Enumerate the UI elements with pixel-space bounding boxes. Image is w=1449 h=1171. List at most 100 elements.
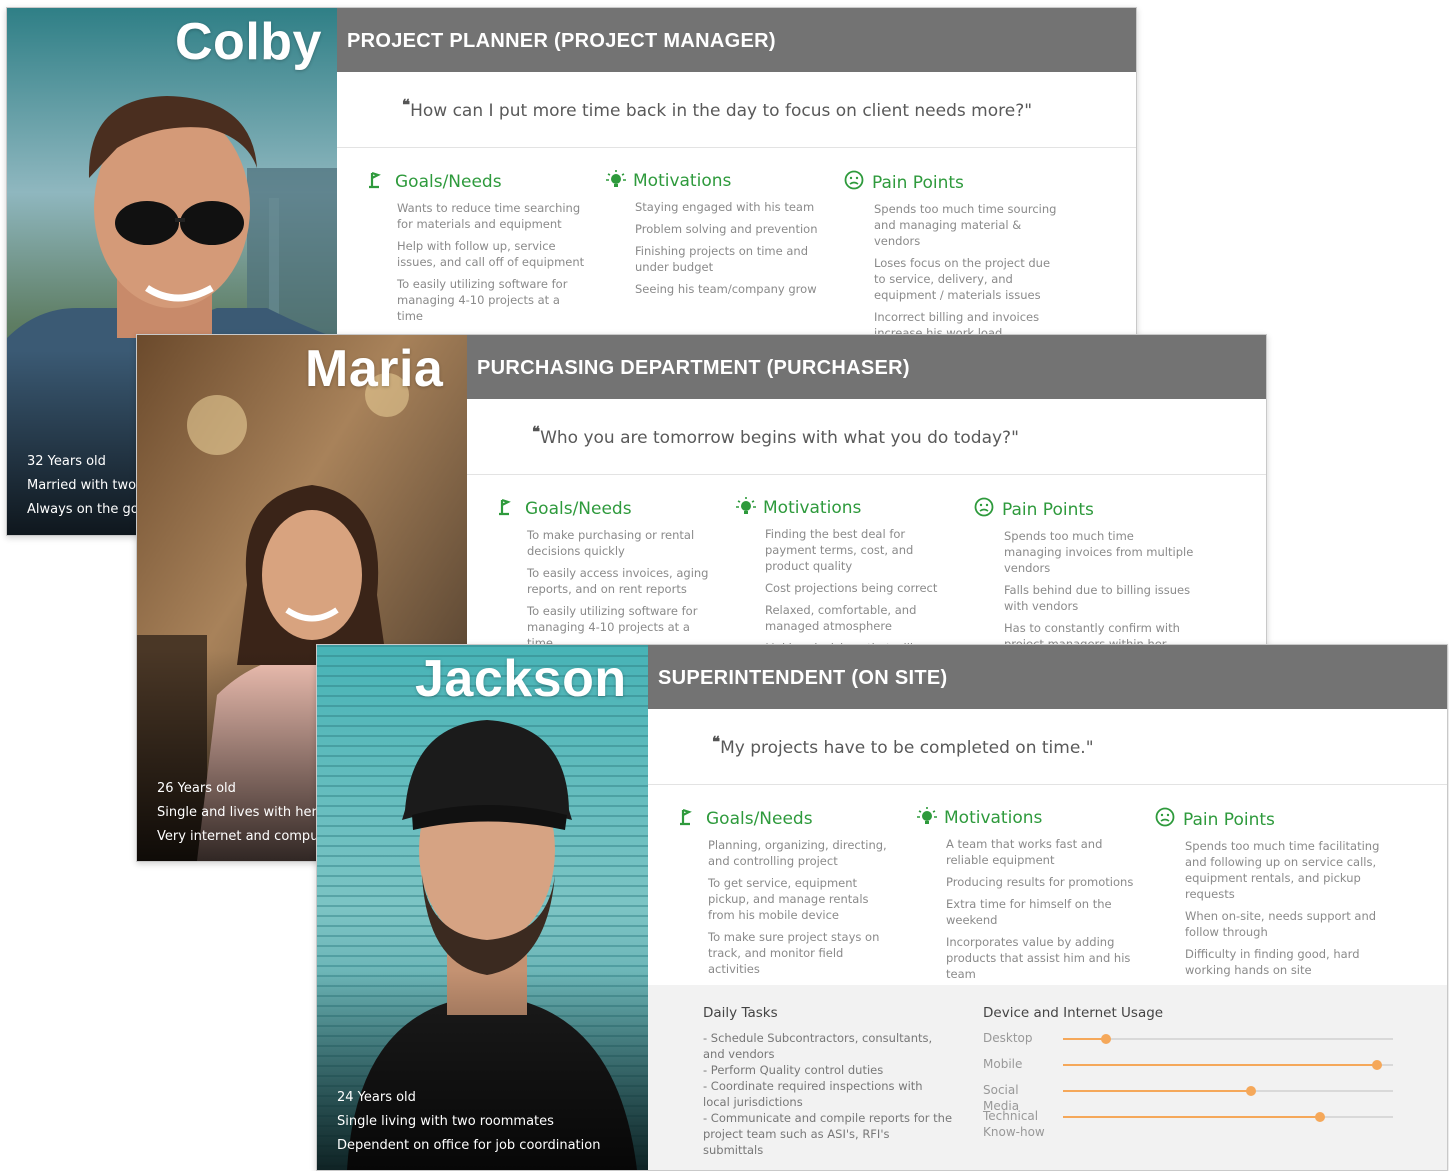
- usage-slider-handle: [1246, 1086, 1257, 1096]
- persona-info: 32 Years old Married with two Always on …: [27, 450, 139, 522]
- pain-points-title: Pain Points: [1183, 810, 1275, 830]
- list-item: - Perform Quality control duties: [703, 1063, 884, 1077]
- pain-points-column: Pain Points Spends too much time sourcin…: [844, 170, 1064, 347]
- list-item: Relaxed, comfortable, and managed atmosp…: [765, 603, 917, 633]
- usage-label: Desktop: [983, 1031, 1033, 1045]
- usage-slider: [1063, 1086, 1393, 1096]
- usage-title: Device and Internet Usage: [983, 1005, 1164, 1021]
- pain-points-title: Pain Points: [1002, 500, 1094, 520]
- frown-icon: [1155, 807, 1177, 827]
- role-header: PROJECT PLANNER (PROJECT MANAGER): [337, 8, 1136, 72]
- motivations-column: Motivations Finding the best deal for pa…: [735, 497, 955, 662]
- persona-name: Maria: [305, 340, 444, 398]
- usage-slider-fill: [1063, 1090, 1252, 1092]
- usage-slider: [1063, 1034, 1393, 1044]
- divider: [337, 147, 1136, 148]
- goals-title: Goals/Needs: [706, 809, 813, 829]
- list-item: Help with follow up, service issues, and…: [397, 239, 585, 269]
- motivations-title: Motivations: [944, 808, 1043, 828]
- goals-column: Goals/Needs To make purchasing or rental…: [497, 498, 717, 657]
- persona-info: 24 Years old Single living with two room…: [337, 1086, 600, 1158]
- motivations-title: Motivations: [763, 498, 862, 518]
- divider: [648, 784, 1447, 785]
- role-header: PURCHASING DEPARTMENT (PURCHASER): [467, 335, 1266, 399]
- list-item: To make sure project stays on track, and…: [708, 930, 880, 976]
- usage-slider: [1063, 1060, 1393, 1070]
- persona-quote: ❝Who you are tomorrow begins with what y…: [532, 423, 1019, 448]
- list-item: When on-site, needs support and follow t…: [1185, 909, 1377, 939]
- list-item: To make purchasing or rental decisions q…: [527, 528, 695, 558]
- list-item: Loses focus on the project due to servic…: [874, 256, 1051, 302]
- details-panel: Daily Tasks - Schedule Subcontractors, c…: [648, 985, 1447, 1170]
- usage-slider-handle: [1371, 1060, 1382, 1070]
- list-item: Problem solving and prevention: [635, 222, 818, 236]
- persona-quote: ❝My projects have to be completed on tim…: [712, 733, 1094, 758]
- persona-quote: ❝How can I put more time back in the day…: [402, 96, 1033, 121]
- persona-info-line: 26 Years old: [157, 781, 236, 796]
- quote-mark-icon: ❝: [532, 423, 541, 441]
- list-item: Staying engaged with his team: [635, 200, 815, 214]
- flag-icon: [678, 808, 700, 826]
- pain-points-column: Pain Points Spends too much time facilit…: [1155, 807, 1390, 984]
- list-item: Extra time for himself on the weekend: [946, 897, 1112, 927]
- persona-info-line: Single living with two roommates: [337, 1114, 554, 1129]
- usage-label: Technical Know-how: [983, 1109, 1045, 1139]
- list-item: Spends too much time sourcing and managi…: [874, 202, 1057, 248]
- frown-icon: [844, 170, 866, 190]
- list-item: Planning, organizing, directing, and con…: [708, 838, 887, 868]
- list-item: Producing results for promotions: [946, 875, 1134, 889]
- usage-slider-fill: [1063, 1116, 1321, 1118]
- usage-slider-handle: [1100, 1034, 1111, 1044]
- list-item: Spends too much time managing invoices f…: [1004, 529, 1194, 575]
- list-item: - Communicate and compile reports for th…: [703, 1111, 953, 1157]
- pain-points-title: Pain Points: [872, 173, 964, 193]
- flag-icon: [497, 498, 519, 516]
- list-item: Falls behind due to billing issues with …: [1004, 583, 1191, 613]
- usage-slider-handle: [1315, 1112, 1326, 1122]
- persona-info-line: Single and lives with her p: [157, 805, 330, 820]
- persona-card-jackson: Jackson 24 Years old Single living with …: [316, 644, 1448, 1171]
- divider: [467, 474, 1266, 475]
- usage-list: Desktop Mobile Social Media Technical Know-…: [983, 1030, 1403, 1160]
- role-title: PURCHASING DEPARTMENT (PURCHASER): [477, 357, 910, 379]
- list-item: Finding the best deal for payment terms,…: [765, 527, 914, 573]
- list-item: Wants to reduce time searching for mater…: [397, 201, 581, 231]
- persona-info-line: Dependent on office for job coordination: [337, 1138, 601, 1153]
- motivations-column: Motivations A team that works fast and r…: [916, 807, 1136, 988]
- lightbulb-icon: [735, 497, 757, 515]
- lightbulb-icon: [916, 807, 938, 825]
- list-item: Difficulty in finding good, hard working…: [1185, 947, 1360, 977]
- role-header: SUPERINTENDENT (ON SITE): [648, 645, 1447, 709]
- persona-info-line: Very internet and compu: [157, 829, 319, 844]
- list-item: To easily access invoices, aging reports…: [527, 566, 709, 596]
- goals-column: Goals/Needs Planning, organizing, direct…: [678, 808, 898, 983]
- list-item: Incorporates value by adding products th…: [946, 935, 1131, 981]
- list-item: A team that works fast and reliable equi…: [946, 837, 1103, 867]
- frown-icon: [974, 497, 996, 517]
- goals-title: Goals/Needs: [395, 172, 502, 192]
- usage-slider: [1063, 1112, 1393, 1122]
- list-item: Cost projections being correct: [765, 581, 938, 595]
- quote-mark-icon: ❝: [712, 733, 721, 751]
- goals-title: Goals/Needs: [525, 499, 632, 519]
- flag-icon: [367, 171, 389, 189]
- persona-info-line: 32 Years old: [27, 454, 106, 469]
- usage-slider-fill: [1063, 1064, 1377, 1066]
- list-item: - Schedule Subcontractors, consultants, …: [703, 1031, 933, 1061]
- role-title: PROJECT PLANNER (PROJECT MANAGER): [347, 30, 776, 52]
- usage-label: Mobile: [983, 1057, 1023, 1071]
- motivations-title: Motivations: [633, 171, 732, 191]
- usage-slider-fill: [1063, 1038, 1106, 1040]
- persona-info-line: Married with two: [27, 478, 137, 493]
- daily-tasks-title: Daily Tasks: [703, 1005, 778, 1021]
- persona-name: Colby: [175, 13, 322, 71]
- list-item: To get service, equipment pickup, and ma…: [708, 876, 869, 922]
- persona-info-line: Always on the go: [27, 502, 139, 517]
- goals-column: Goals/Needs Wants to reduce time searchi…: [367, 171, 587, 330]
- persona-info: 26 Years old Single and lives with her p…: [157, 777, 329, 849]
- persona-photo-jackson: Jackson 24 Years old Single living with …: [317, 645, 648, 1170]
- list-item: Seeing his team/company grow: [635, 282, 817, 296]
- list-item: To easily utilizing software for managin…: [397, 277, 568, 323]
- quote-mark-icon: ❝: [402, 96, 411, 114]
- lightbulb-icon: [605, 170, 627, 188]
